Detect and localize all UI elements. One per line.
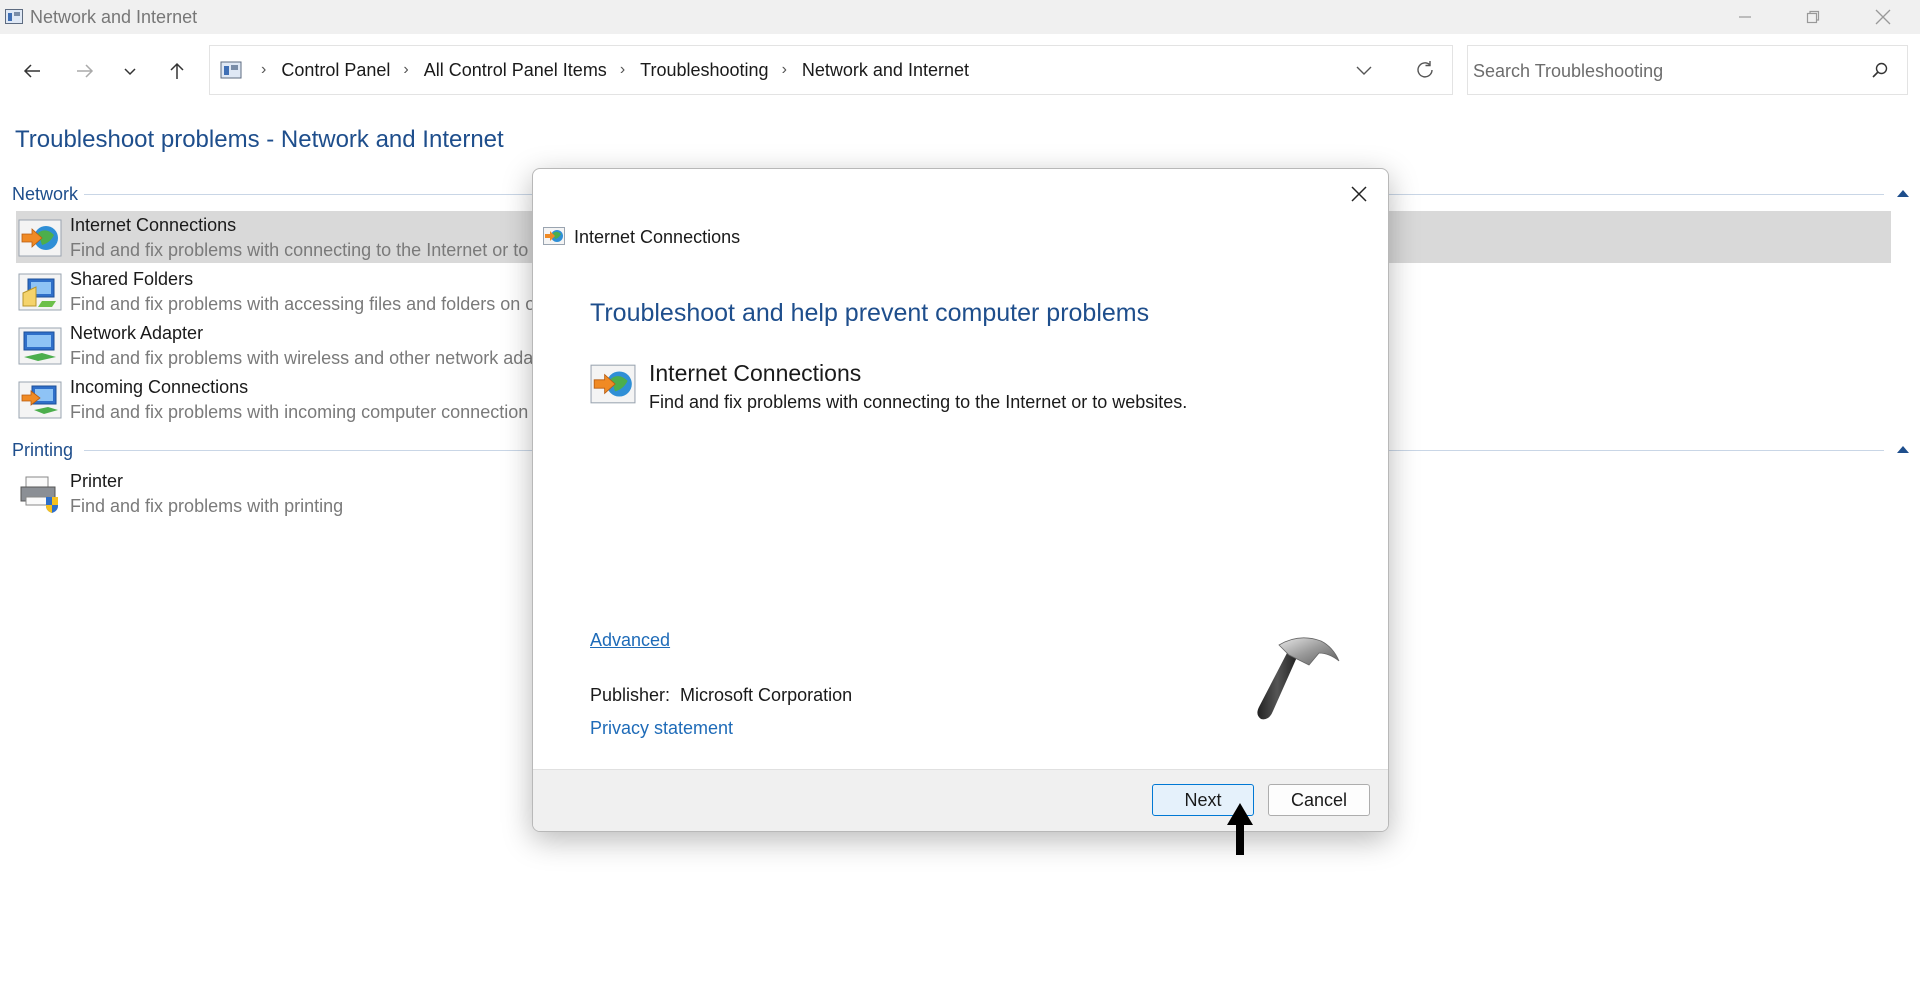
tool-name: Internet Connections	[649, 360, 862, 386]
hammer-icon	[1257, 637, 1340, 720]
item-name: Incoming Connections	[70, 377, 249, 397]
group-header-network[interactable]: Network	[12, 184, 78, 205]
close-icon	[1875, 9, 1891, 25]
control-panel-icon	[5, 9, 23, 24]
collapse-network-icon[interactable]	[1895, 187, 1911, 199]
item-description: Find and fix problems with accessing fil…	[70, 294, 536, 314]
pointer-arrow-icon	[1227, 803, 1253, 855]
item-description: Find and fix problems with wireless and …	[70, 348, 534, 368]
item-description: Find and fix problems with connecting to…	[70, 240, 529, 260]
incoming-connections-icon	[18, 381, 62, 419]
troubleshooter-dialog: Internet Connections Troubleshoot and he…	[532, 168, 1389, 832]
publisher-info: Publisher: Microsoft Corporation	[590, 685, 852, 706]
page-title: Troubleshoot problems - Network and Inte…	[15, 126, 504, 153]
up-button[interactable]	[162, 56, 192, 86]
close-icon	[1351, 186, 1367, 202]
breadcrumb-separator-icon: ›	[619, 61, 626, 78]
breadcrumb-control-panel[interactable]: Control Panel	[281, 60, 390, 81]
dialog-title: Internet Connections	[574, 227, 741, 247]
address-dropdown-button[interactable]	[1354, 60, 1376, 82]
chevron-down-icon	[124, 68, 136, 76]
printer-icon	[20, 476, 58, 513]
arrow-right-icon	[77, 64, 94, 78]
internet-connections-icon	[18, 219, 62, 257]
breadcrumb-all-items[interactable]: All Control Panel Items	[424, 60, 607, 81]
collapse-printing-icon[interactable]	[1895, 443, 1911, 455]
refresh-icon	[1417, 61, 1433, 78]
recent-locations-button[interactable]	[115, 56, 145, 86]
item-description: Find and fix problems with incoming comp…	[70, 402, 529, 422]
search-input[interactable]: Search Troubleshooting	[1467, 45, 1908, 95]
publisher-value: Microsoft Corporation	[680, 685, 853, 705]
cancel-button[interactable]: Cancel	[1268, 784, 1370, 816]
dialog-close-button[interactable]	[1344, 179, 1374, 209]
restore-button[interactable]	[1778, 0, 1848, 34]
breadcrumb-separator-icon: ›	[403, 61, 409, 78]
internet-connections-icon	[590, 364, 636, 404]
search-placeholder: Search Troubleshooting	[1473, 61, 1664, 81]
privacy-statement-link[interactable]: Privacy statement	[590, 718, 733, 739]
arrow-up-icon	[170, 62, 184, 79]
breadcrumb-troubleshooting[interactable]: Troubleshooting	[640, 60, 768, 81]
group-header-printing[interactable]: Printing	[12, 440, 73, 461]
forward-button[interactable]	[70, 56, 100, 86]
arrow-left-icon	[23, 64, 40, 78]
item-name: Internet Connections	[70, 215, 237, 235]
address-bar[interactable]: › Control Panel › All Control Panel Item…	[209, 45, 1453, 95]
network-adapter-icon	[18, 327, 62, 365]
dialog-heading: Troubleshoot and help prevent computer p…	[590, 299, 1150, 327]
back-button[interactable]	[17, 56, 47, 86]
minimize-icon	[1739, 16, 1751, 18]
shared-folders-icon	[18, 273, 62, 311]
breadcrumb-separator-icon: ›	[261, 61, 267, 78]
minimize-button[interactable]	[1710, 0, 1780, 34]
restore-icon	[1806, 10, 1820, 24]
item-name: Shared Folders	[70, 269, 194, 289]
tool-description: Find and fix problems with connecting to…	[649, 392, 1188, 412]
dialog-footer: Next Cancel	[533, 769, 1388, 831]
control-panel-icon	[220, 61, 242, 79]
breadcrumb-separator-icon: ›	[781, 61, 787, 78]
internet-connections-icon	[543, 227, 565, 245]
title-bar: Network and Internet	[0, 0, 1920, 34]
publisher-label: Publisher:	[590, 685, 671, 705]
search-icon	[1872, 62, 1888, 78]
item-description: Find and fix problems with printing	[70, 496, 344, 516]
breadcrumb: › Control Panel › All Control Panel Item…	[220, 46, 969, 94]
item-name: Network Adapter	[70, 323, 204, 343]
close-window-button[interactable]	[1848, 0, 1918, 34]
breadcrumb-network-internet[interactable]: Network and Internet	[802, 60, 969, 81]
chevron-down-icon	[1356, 66, 1372, 75]
advanced-link[interactable]: Advanced	[590, 630, 670, 651]
refresh-button[interactable]	[1414, 59, 1436, 81]
window-title: Network and Internet	[30, 7, 198, 27]
item-name: Printer	[70, 471, 124, 491]
